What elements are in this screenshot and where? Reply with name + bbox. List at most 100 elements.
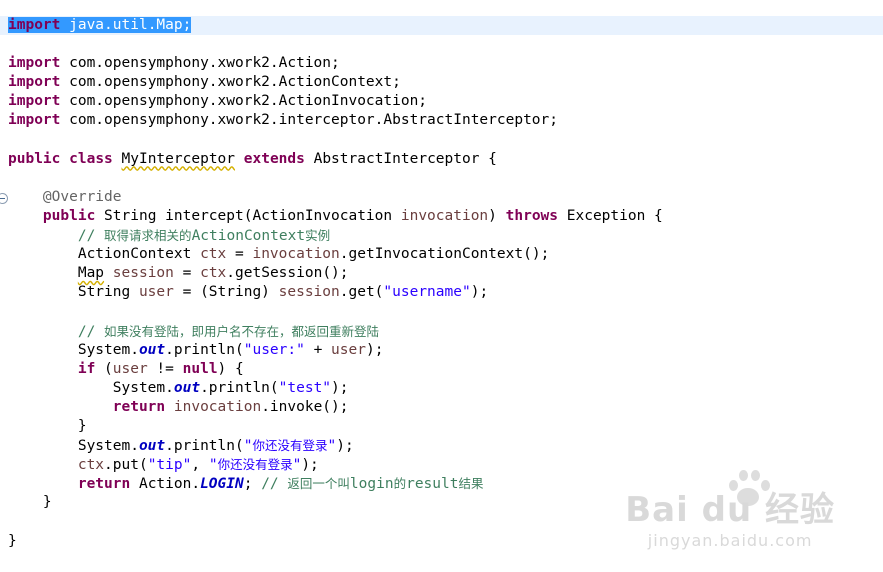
code-token: // [77, 323, 105, 340]
code-line[interactable]: import com.opensymphony.xwork2.ActionInv… [8, 92, 883, 111]
code-line[interactable]: // 如果没有登陆，即用户名不存在，都返回重新登陆 [8, 322, 883, 341]
code-line[interactable]: System.out.println("user:" + user); [8, 341, 883, 360]
code-token: session [112, 265, 174, 282]
code-token: 结果 [458, 476, 484, 492]
code-token: System. [8, 379, 174, 396]
code-token: Exception { [558, 207, 663, 224]
code-token: "username" [383, 284, 471, 301]
code-token: com.opensymphony.xwork2.ActionInvocation… [60, 93, 428, 110]
code-line[interactable]: import java.util.Map; [0, 16, 883, 36]
code-token: != [147, 360, 183, 377]
code-token: import [8, 93, 61, 110]
code-line[interactable]: if (user != null) { [8, 360, 883, 379]
code-line[interactable]: String user = (String) session.get("user… [8, 283, 883, 302]
code-editor[interactable]: import java.util.Map; import com.opensym… [0, 0, 883, 572]
code-token: login [349, 476, 394, 493]
code-line[interactable] [8, 35, 883, 54]
code-line[interactable] [8, 169, 883, 188]
code-token: " [208, 457, 218, 474]
watermark-url-text: jingyan.baidu.com [647, 531, 813, 550]
code-line[interactable]: ActionContext ctx = invocation.getInvoca… [8, 245, 883, 264]
code-token: out [173, 379, 201, 396]
code-token: import [8, 74, 61, 91]
code-token: ); [336, 438, 354, 455]
code-line[interactable]: // 取得请求相关的ActionContext实例 [8, 226, 883, 245]
code-token: AbstractInterceptor { [304, 150, 497, 167]
code-token: ctx [200, 265, 227, 282]
code-token: 的 [393, 476, 407, 492]
code-line[interactable]: Map session = ctx.getSession(); [8, 264, 883, 283]
code-token: // [77, 228, 105, 245]
code-line[interactable]: @Override [0, 188, 883, 207]
code-token: java.util.Map; [60, 17, 192, 33]
code-line[interactable] [8, 302, 883, 321]
code-token: .getInvocationContext(); [339, 246, 550, 263]
code-line[interactable]: import com.opensymphony.xwork2.ActionCon… [8, 73, 883, 92]
code-token: user [112, 360, 148, 377]
code-token: ) [488, 207, 506, 224]
code-token: "user:" [243, 341, 305, 358]
code-line[interactable]: System.out.println("你还没有登录"); [8, 436, 883, 455]
code-token: public [42, 207, 96, 224]
code-token: ActionContext [8, 246, 201, 263]
code-token: 实例 [305, 228, 331, 244]
code-token: public [8, 150, 61, 167]
code-token: System. [8, 341, 139, 358]
editor-gutter [0, 0, 8, 572]
code-token: "test" [278, 379, 332, 396]
code-token: MyInterceptor [121, 150, 236, 167]
code-token: , [191, 457, 209, 474]
code-token: session [278, 284, 340, 301]
code-line[interactable] [8, 131, 883, 150]
code-token: " [327, 438, 337, 455]
code-token: System. [8, 438, 139, 455]
code-line[interactable]: import com.opensymphony.xwork2.Action; [8, 54, 883, 73]
code-token: .getSession(); [226, 265, 349, 282]
code-token: import [8, 55, 61, 72]
code-token: // [261, 476, 288, 493]
code-token: out [138, 341, 166, 358]
code-token: com.opensymphony.xwork2.ActionContext; [60, 74, 401, 91]
code-line[interactable]: return invocation.invoke(); [8, 398, 883, 417]
code-token: ActionContext [191, 228, 306, 245]
watermark-main-text: Bai du 经验 [625, 490, 835, 530]
code-line[interactable]: public class MyInterceptor extends Abstr… [8, 150, 883, 169]
code-token: = [226, 246, 253, 263]
code-token: invocation [400, 207, 489, 224]
code-token: 你还没有登录 [217, 457, 293, 473]
code-token: if [77, 360, 96, 377]
code-token: com.opensymphony.xwork2.interceptor.Abst… [60, 112, 558, 129]
code-token: import [8, 112, 61, 129]
code-token: .get( [339, 284, 384, 301]
code-token: 返回一个叫 [287, 476, 350, 492]
code-line[interactable]: System.out.println("test"); [8, 379, 883, 398]
code-token: .put( [104, 457, 148, 474]
code-token: " [292, 457, 302, 474]
code-token: 如果没有登陆，即用户名不存在，都返回重新登陆 [104, 323, 380, 339]
code-token: } [8, 494, 52, 511]
code-line[interactable]: } [8, 417, 883, 436]
code-token: 取得请求相关的 [104, 228, 192, 244]
code-token: 你还没有登录 [252, 438, 328, 454]
code-token: class [69, 150, 113, 167]
code-token: Action. [130, 476, 201, 493]
code-token: null [182, 360, 218, 377]
code-token: @Override [42, 188, 122, 205]
code-line[interactable]: public String intercept(ActionInvocation… [8, 207, 883, 226]
code-line[interactable]: import com.opensymphony.xwork2.intercept… [8, 111, 883, 130]
code-token: = [173, 265, 201, 282]
code-token: "tip" [147, 457, 192, 474]
code-token: ctx [200, 246, 227, 263]
code-token: LOGIN [200, 476, 244, 493]
